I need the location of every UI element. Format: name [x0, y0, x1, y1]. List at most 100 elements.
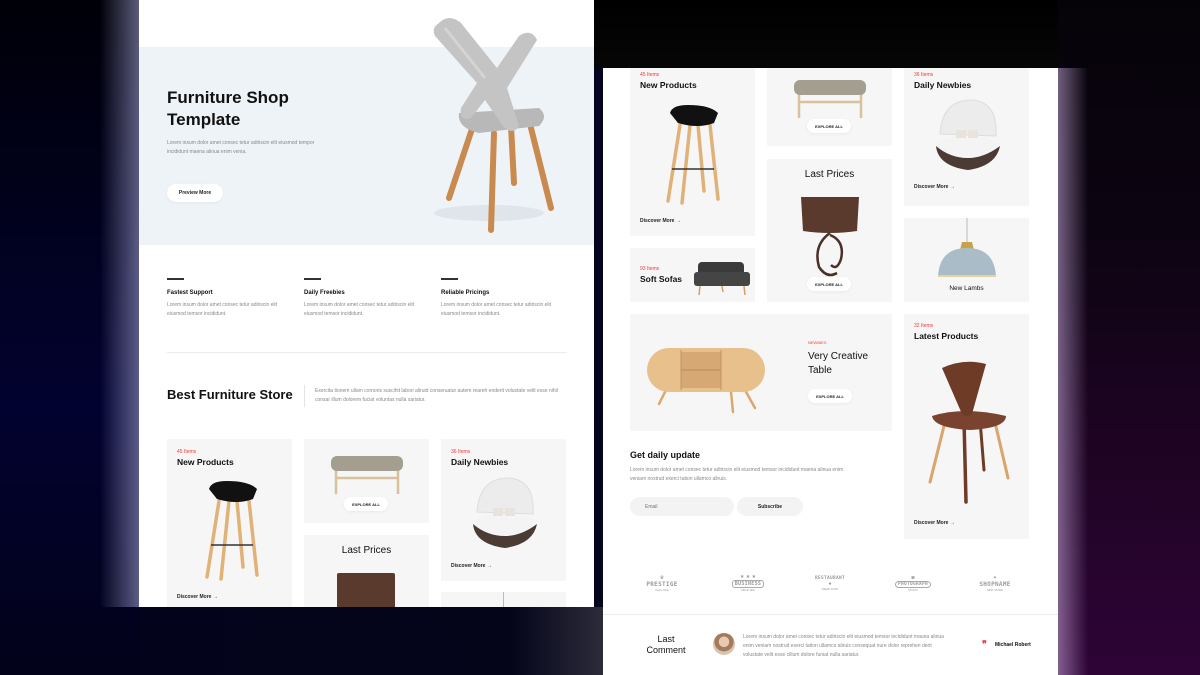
- card-last-prices: Last Prices: [304, 535, 429, 607]
- card-title: Soft Sofas: [640, 274, 683, 284]
- features-row: Fastest Support Lorem insum dolor amet c…: [167, 278, 567, 328]
- card-latest-products: 32 Items Latest Products Discover More →: [904, 314, 1029, 539]
- brand-name: BUSINESS: [731, 580, 765, 588]
- newsletter-text: Lorem insum dolor amet consec tetur adir…: [630, 467, 844, 482]
- item-count: 45 Items: [177, 449, 197, 455]
- feature-title: Fastest Support: [167, 289, 213, 296]
- feature-bar: [304, 278, 321, 280]
- subscribe-button[interactable]: Subscribe: [737, 497, 803, 516]
- bar-stool-image: [205, 481, 259, 581]
- brand-logo-photograph: ◙ PHOTOGRAPH STUDIO: [883, 568, 943, 598]
- background-right: [1058, 0, 1200, 675]
- quote-icon: ❞: [982, 640, 987, 650]
- brand-name: SHOPNAME: [979, 580, 1011, 588]
- card-title: New Lambs: [949, 285, 984, 292]
- discover-more-link[interactable]: Discover More →: [451, 563, 492, 569]
- brand-sub: STUDIO: [908, 588, 918, 592]
- ottoman-image: [331, 456, 403, 494]
- brand-sub: BEST STORE: [987, 588, 1003, 592]
- store-text: Exercita tionem ullam cornoris suscihit …: [315, 388, 558, 403]
- bar-stool-image: [666, 105, 720, 205]
- card-title: New Products: [640, 80, 697, 90]
- feature-text: Lorem insum dolor amet consec tetur adir…: [304, 301, 415, 317]
- hero-text: Lorem insum dolor amet consec tetur adir…: [167, 140, 315, 155]
- bottom-shadow: [139, 607, 603, 675]
- discover-more-link[interactable]: Discover More →: [177, 594, 218, 600]
- explore-all-button[interactable]: EXPLORE ALL: [807, 277, 851, 291]
- item-count: 36 Items: [914, 72, 934, 78]
- apple-icon: ●: [828, 580, 832, 587]
- brand-sub: Online Shop: [655, 588, 669, 592]
- pendant-lamp-image: [938, 218, 996, 277]
- section-divider: [167, 352, 567, 353]
- item-count: 45 Items: [640, 72, 660, 78]
- card-title: Last Prices: [341, 545, 392, 556]
- feature-reliable-pricings: Reliable Pricings Lorem insum dolor amet…: [441, 278, 571, 319]
- lamp-cord: [503, 592, 504, 607]
- feature-daily-freebies: Daily Freebies Lorem insum dolor amet co…: [304, 278, 434, 319]
- card-title: Latest Products: [914, 331, 979, 341]
- explore-all-button[interactable]: EXPLORE ALL: [808, 389, 852, 403]
- card-title: Daily Newbies: [914, 80, 972, 90]
- brand-logo-shopname: ✦ SHOPNAME BEST STORE: [965, 568, 1025, 598]
- newsletter-title: Get daily update: [630, 450, 701, 460]
- brand-logos-row: ♛ PRESTIGE Online Shop ★ ★ ★ BUSINESS SI…: [630, 568, 1030, 598]
- camera-icon: ◙: [911, 574, 915, 581]
- feature-bar: [167, 278, 184, 280]
- feature-title: Reliable Pricings: [441, 289, 490, 296]
- card-title: New Products: [177, 457, 234, 467]
- discover-more-link[interactable]: Discover More →: [640, 218, 681, 224]
- comment-author: Michael Robert: [995, 642, 1031, 648]
- card-daily-newbies: 36 Items Daily Newbies Discover More →: [441, 439, 566, 581]
- table-lamp-image: [801, 197, 859, 277]
- card-ottoman: EXPLORE ALL: [767, 68, 892, 146]
- explore-all-button[interactable]: EXPLORE ALL: [807, 119, 851, 133]
- top-shadow: [594, 0, 1058, 68]
- store-title: Best Furniture Store: [167, 387, 293, 402]
- right-page-preview: 45 Items New Products Discover More → EX…: [603, 68, 1058, 675]
- discover-more-link[interactable]: Discover More →: [914, 520, 955, 526]
- section-divider: [603, 614, 1058, 615]
- item-count: 93 Items: [640, 266, 660, 272]
- card-daily-newbies: 36 Items Daily Newbies Discover More →: [904, 68, 1029, 206]
- ottoman-image: [794, 80, 866, 118]
- brand-name: PRESTIGE: [646, 580, 678, 588]
- x-chair-image: [433, 18, 554, 233]
- card-new-lambs: New Lambs: [904, 218, 1029, 302]
- brand-sub: FRESH FOOD: [821, 587, 839, 591]
- sofa-image: [694, 262, 750, 296]
- newbies-tag: NEWBIES: [808, 340, 827, 345]
- background-left: [0, 0, 140, 675]
- tv-stand-image: [647, 348, 765, 414]
- feature-text: Lorem insum dolor amet consec tetur adir…: [167, 301, 278, 317]
- discover-more-link[interactable]: Discover More →: [914, 184, 955, 190]
- hero-title: Furniture Shop Template: [167, 88, 289, 129]
- left-page-preview: Furniture Shop Template Lorem insum dolo…: [139, 0, 594, 607]
- card-creative-table: NEWBIES Very Creative Table EXPLORE ALL: [630, 314, 892, 431]
- card-new-products: 45 Items New Products Discover More →: [167, 439, 292, 607]
- feature-bar: [441, 278, 458, 280]
- daybed-image: [936, 99, 1000, 170]
- card-soft-sofas: 93 Items Soft Sofas: [630, 248, 755, 302]
- lamp-shade-image: [337, 573, 395, 607]
- brand-logo-business: ★ ★ ★ BUSINESS SINCE 1990: [718, 568, 778, 598]
- preview-more-button[interactable]: Preview More: [167, 184, 223, 202]
- explore-all-button[interactable]: EXPLORE ALL: [344, 497, 388, 511]
- feature-title: Daily Freebies: [304, 289, 345, 296]
- brand-logo-restaurant: RESTAURANT ● FRESH FOOD: [800, 568, 860, 598]
- item-count: 36 Items: [451, 449, 471, 455]
- card-title: Very Creative Table: [808, 351, 869, 376]
- avatar: [713, 633, 735, 655]
- feature-fastest-support: Fastest Support Lorem insum dolor amet c…: [167, 278, 297, 319]
- card-new-products: 45 Items New Products Discover More →: [630, 68, 755, 236]
- daybed-image: [473, 477, 537, 548]
- feature-text: Lorem insum dolor amet consec tetur adir…: [441, 301, 552, 317]
- email-input[interactable]: [630, 497, 734, 516]
- brand-name: PHOTOGRAPH: [894, 580, 932, 588]
- card-title: Daily Newbies: [451, 457, 509, 467]
- card-title: Last Prices: [804, 169, 855, 180]
- card-ottoman: EXPLORE ALL: [304, 439, 429, 523]
- card-pendant-lamp: [441, 592, 566, 607]
- last-comment-title: Last Comment: [646, 634, 686, 655]
- vertical-divider: [304, 385, 305, 407]
